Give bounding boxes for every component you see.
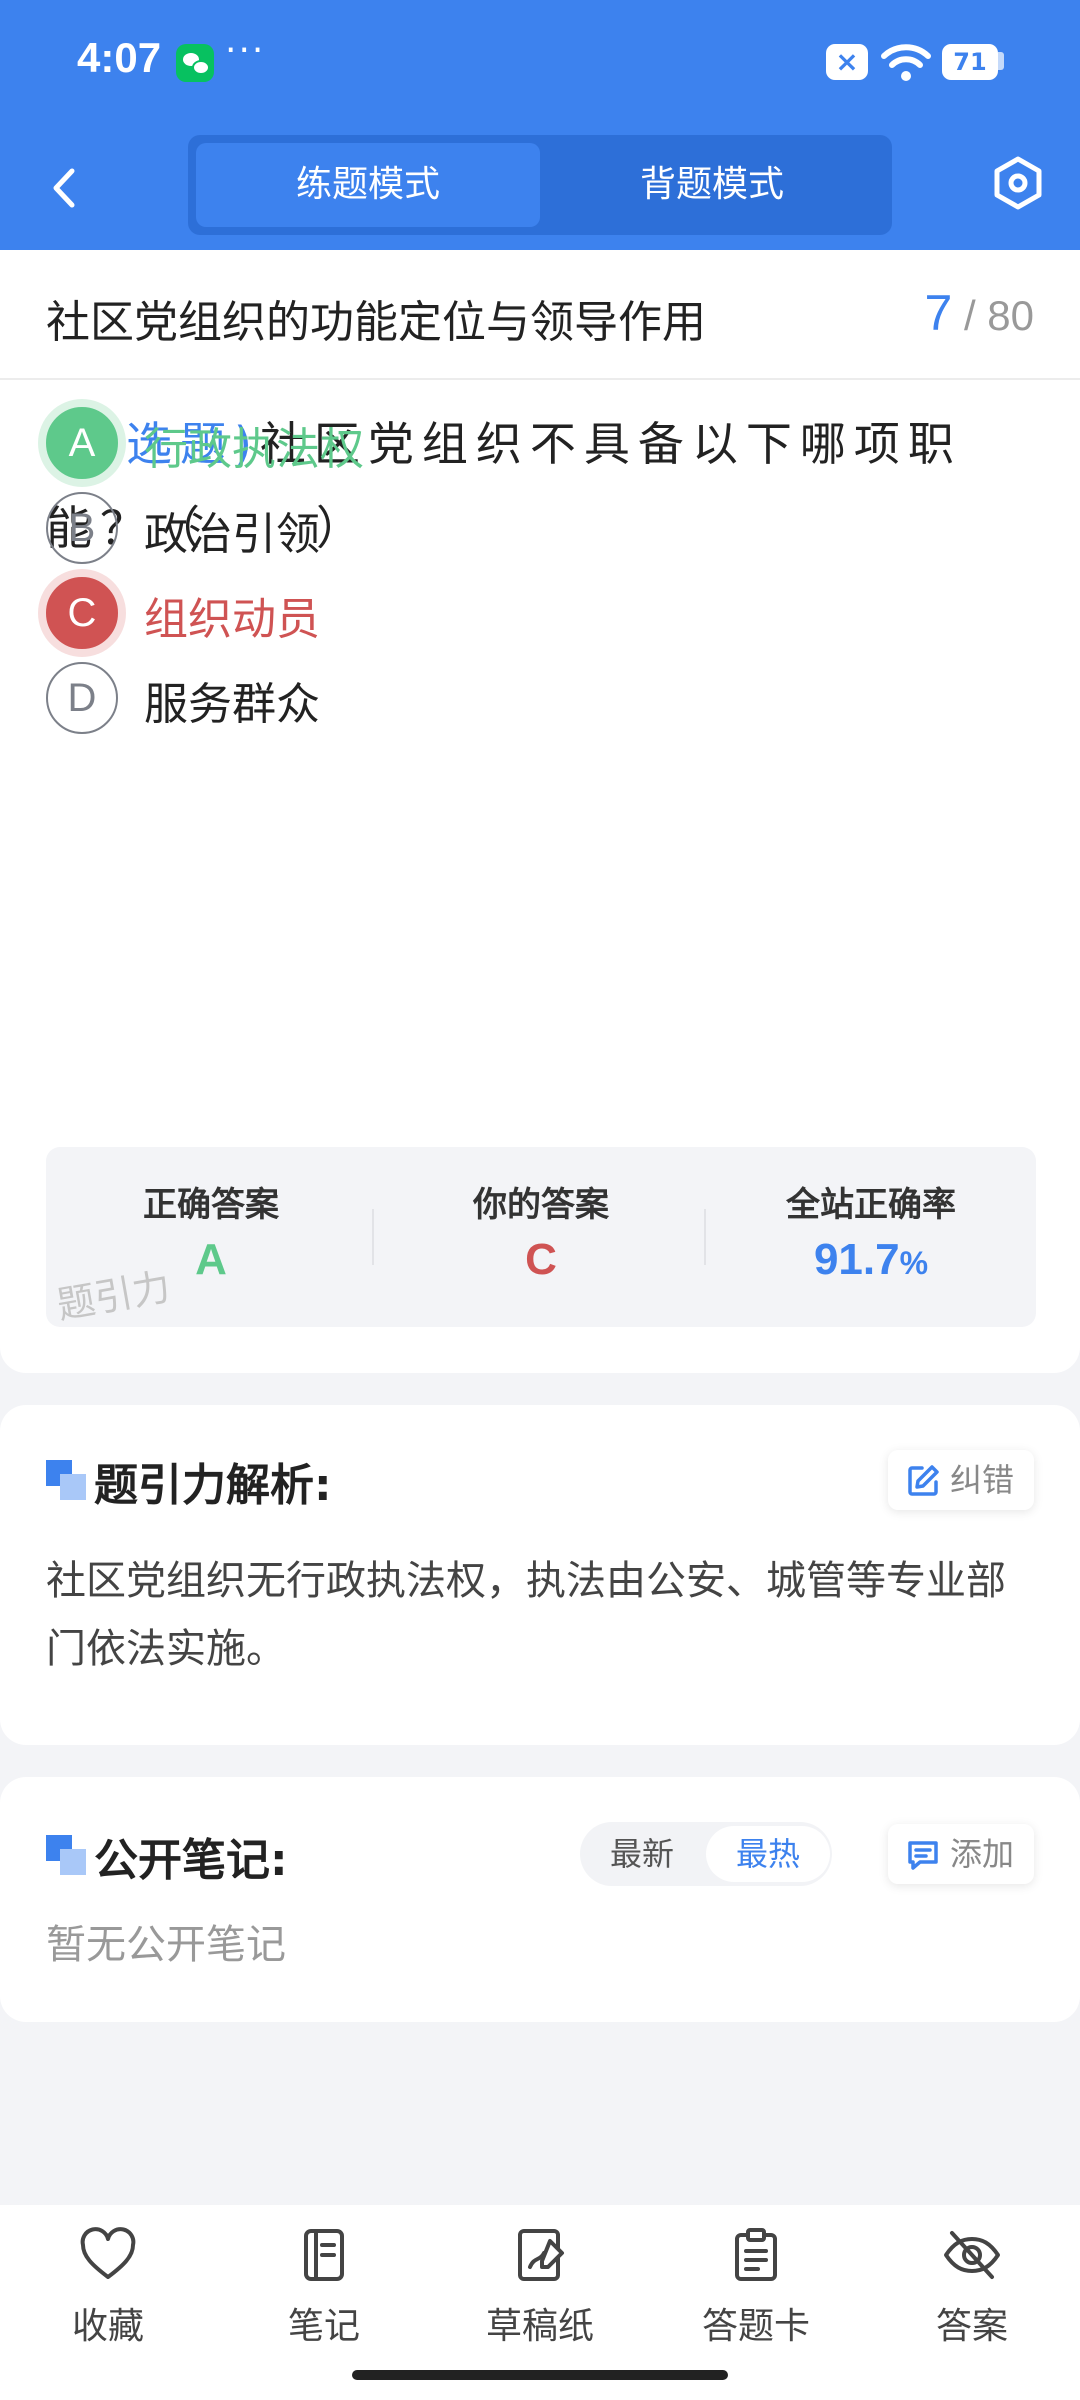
wifi-icon [881,44,931,81]
analysis-text: 社区党组织无行政执法权，执法由公安、城管等专业部门依法实施。 [46,1558,1006,1672]
analysis-title: 题引力解析: [94,1460,332,1511]
hide-answer-button[interactable]: 答案 [892,2227,1052,2357]
home-indicator[interactable] [352,2370,728,2380]
status-bar: 4:07 ··· × 71 [0,0,1080,125]
draft-paper-button[interactable]: 草稿纸 [460,2227,620,2357]
option-c[interactable]: C 组织动员 [46,577,946,649]
report-error-label: 纠错 [949,1461,1014,1499]
public-notes-title: 公开笔记: [94,1835,288,1886]
option-d[interactable]: D 服务群众 [46,662,946,734]
site-accuracy-value: 91.7% [706,1235,1036,1285]
eye-off-icon [944,2231,1000,2279]
correct-answer-label: 正确答案 [143,1185,279,1225]
your-answer-label: 你的答案 [473,1185,609,1225]
option-letter-badge: A [46,407,118,479]
option-text: 组织动员 [144,594,320,645]
sort-hottest[interactable]: 最热 [706,1826,830,1882]
wechat-notification-icon [176,44,214,82]
option-text: 服务群众 [144,679,320,730]
comment-icon [908,1841,938,1870]
your-answer-value: C [525,1235,557,1284]
report-error-button[interactable]: 纠错 [887,1450,1034,1510]
public-notes-card: 公开笔记: 最新 最热 添加 暂无公开笔记 [0,1777,1080,2022]
draft-paper-label: 草稿纸 [485,2306,594,2347]
option-text: 政治引领 [144,509,320,560]
navigation-bar: 练题模式 背题模式 [0,125,1080,250]
answer-card-button[interactable]: 答题卡 [676,2227,836,2357]
back-arrow-icon[interactable] [40,163,90,213]
answer-card-icon [735,2228,777,2281]
no-notes-text: 暂无公开笔记 [46,1922,286,1968]
favorite-label: 收藏 [71,2306,144,2347]
tab-memorize-mode[interactable]: 背题模式 [540,143,884,227]
section-square-icon [46,1835,86,1875]
top-bar: 4:07 ··· × 71 练题模式 背题模式 [0,0,1080,250]
add-note-button[interactable]: 添加 [887,1824,1034,1884]
site-accuracy-label: 全站正确率 [786,1185,956,1225]
notes-sort-toggle: 最新 最热 [580,1822,832,1886]
battery-tip [998,52,1004,70]
option-a[interactable]: A 行政执法权 [46,407,946,479]
answer-card-label: 答题卡 [701,2306,810,2347]
status-time: 4:07 [77,34,162,81]
settings-hexagon-icon[interactable] [990,155,1046,211]
analysis-card: 题引力解析: 纠错 社区党组织无行政执法权，执法由公安、城管等专业部门依法实施。 [0,1405,1080,1745]
sort-latest[interactable]: 最新 [580,1822,704,1886]
total-questions: / 80 [963,292,1034,339]
answer-stats-panel: 正确答案 A 你的答案 C 全站正确率 91.7% 题引力 [46,1147,1036,1328]
option-letter-badge: C [46,577,118,649]
tab-practice-mode[interactable]: 练题模式 [196,143,540,227]
notes-button[interactable]: 笔记 [244,2227,404,2357]
site-accuracy-stat: 全站正确率 91.7% [706,1147,1036,1327]
chapter-title: 社区党组织的功能定位与领导作用 [46,297,706,348]
edit-icon [908,1465,939,1496]
more-notifications-indicator: ··· [225,30,266,71]
hide-answer-label: 答案 [935,2306,1008,2347]
current-question-number: 7 [924,285,953,341]
question-counter: 7 / 80 [924,284,1034,342]
site-accuracy-unit: % [899,1245,929,1281]
site-accuracy-number: 91.7 [813,1235,900,1284]
heart-icon [80,2227,136,2279]
add-note-label: 添加 [949,1835,1014,1873]
option-letter-badge: D [46,662,118,734]
option-text: 行政执法权 [144,424,364,475]
draft-paper-icon [518,2229,564,2281]
question-card: 社区党组织的功能定位与领导作用 7 / 80 (单选题)社区党组织不具备以下哪项… [0,250,1080,1373]
option-b[interactable]: B 政治引领 [46,492,946,564]
option-letter-badge: B [46,492,118,564]
mode-switch: 练题模式 背题模式 [188,135,892,235]
section-square-icon [46,1460,86,1500]
battery-indicator: 71 [942,44,998,80]
your-answer-stat: 你的答案 C [376,1147,706,1327]
divider [0,378,1080,380]
favorite-button[interactable]: 收藏 [28,2227,188,2357]
no-sim-icon: × [826,44,868,80]
stat-divider [372,1209,374,1265]
notes-label: 笔记 [287,2306,360,2347]
notebook-icon [304,2229,344,2281]
